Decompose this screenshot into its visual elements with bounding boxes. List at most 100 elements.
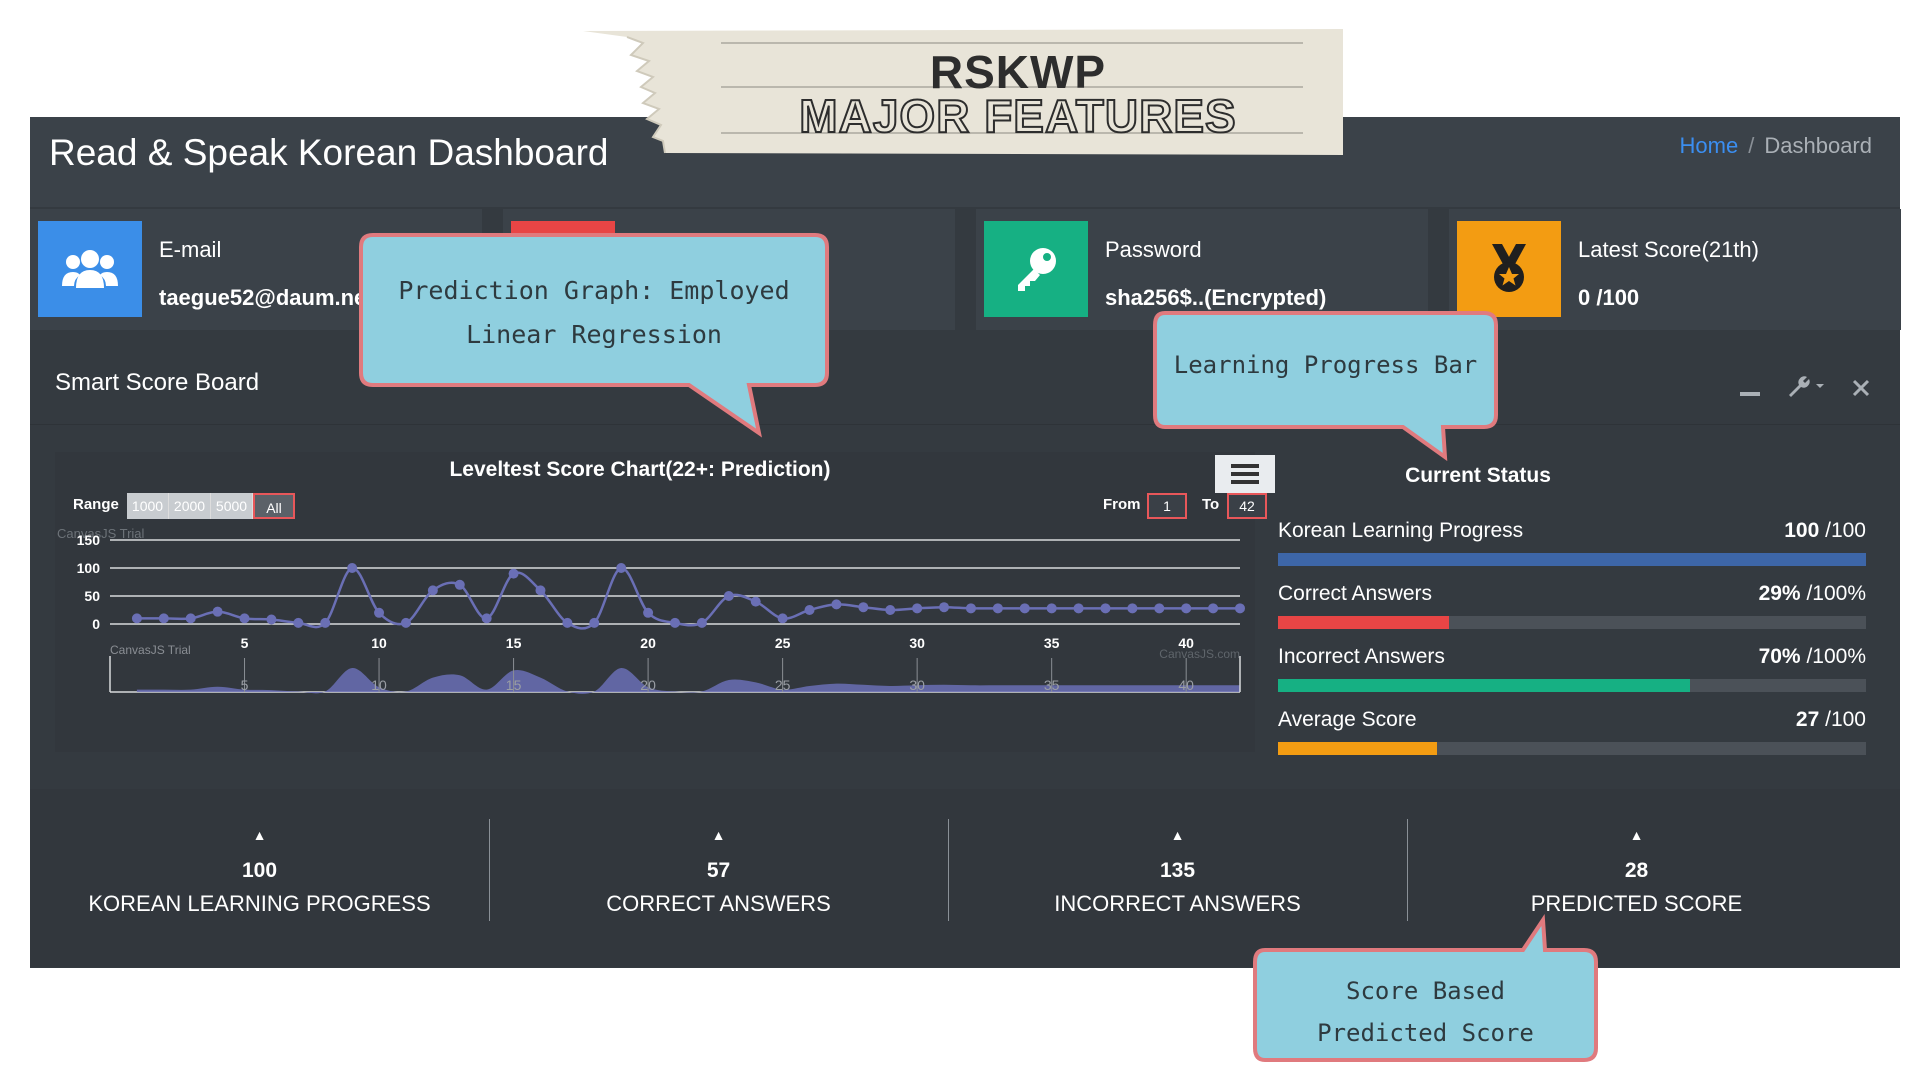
breadcrumb-separator: / bbox=[1748, 133, 1755, 158]
range-button-2000[interactable]: 2000 bbox=[169, 493, 211, 519]
data-point bbox=[1235, 603, 1245, 614]
data-point bbox=[535, 585, 546, 596]
data-point bbox=[374, 607, 385, 618]
navigator-tick-label: 30 bbox=[909, 677, 925, 693]
data-point bbox=[1019, 603, 1030, 614]
data-point bbox=[992, 603, 1003, 614]
x-tick-label: 5 bbox=[241, 635, 249, 651]
x-tick-label: 25 bbox=[775, 635, 791, 651]
stat-label: KOREAN LEARNING PROGRESS bbox=[88, 891, 431, 916]
info-value-password: sha256$..(Encrypted) bbox=[1105, 285, 1327, 310]
caret-up-icon: ▲ bbox=[711, 827, 726, 843]
progress-value: 27 /100 bbox=[1795, 708, 1866, 731]
progress-fill bbox=[1278, 742, 1437, 755]
data-point bbox=[562, 617, 573, 628]
navigator-tick-label: 5 bbox=[241, 677, 249, 693]
data-point bbox=[777, 613, 788, 624]
data-point bbox=[454, 579, 465, 590]
banner-subtitle: MAJOR FEATURES bbox=[798, 89, 1237, 143]
stat-number: 135 bbox=[1159, 859, 1196, 882]
data-point bbox=[131, 613, 142, 624]
data-point bbox=[212, 606, 223, 617]
close-icon[interactable] bbox=[1852, 376, 1870, 404]
navigator-tick-label: 10 bbox=[371, 677, 387, 693]
progress-label: Correct Answers bbox=[1278, 582, 1433, 605]
caret-up-icon: ▲ bbox=[1170, 827, 1185, 843]
data-point bbox=[723, 591, 734, 601]
data-point bbox=[481, 613, 492, 624]
data-point bbox=[185, 613, 196, 624]
data-point bbox=[643, 607, 654, 618]
progress-value: 100 /100 bbox=[1784, 519, 1866, 542]
progress-track bbox=[1278, 742, 1866, 755]
range-button-all[interactable]: All bbox=[253, 493, 295, 519]
data-point bbox=[508, 568, 519, 579]
callout-text: Learning Progress Bar bbox=[1173, 351, 1478, 379]
wrench-icon[interactable] bbox=[1786, 374, 1826, 405]
data-point bbox=[1154, 603, 1165, 614]
info-label-email: E-mail bbox=[159, 237, 222, 262]
data-point bbox=[1046, 603, 1057, 614]
data-point bbox=[939, 602, 950, 613]
data-point bbox=[670, 617, 680, 628]
to-label: To bbox=[1202, 496, 1220, 513]
range-button-1000[interactable]: 1000 bbox=[127, 493, 169, 519]
stat-correct-answers: ▲ 57 CORRECT ANSWERS bbox=[489, 789, 948, 967]
x-tick-label: 10 bbox=[371, 635, 387, 651]
callout-text: Prediction Graph: Employed bbox=[398, 276, 790, 305]
progress-track bbox=[1278, 616, 1866, 629]
data-point bbox=[400, 617, 411, 628]
stat-korean-learning-progress: ▲ 100 KOREAN LEARNING PROGRESS bbox=[30, 789, 489, 967]
card-title: Smart Score Board bbox=[55, 369, 260, 396]
navigator-watermark: CanvasJS Trial bbox=[110, 643, 191, 657]
info-box-latest-score: Latest Score(21th) 0 /100 bbox=[1449, 209, 1901, 330]
data-point bbox=[589, 617, 600, 628]
data-point bbox=[1127, 603, 1138, 614]
data-point bbox=[858, 602, 869, 613]
navigator-tick-label: 15 bbox=[506, 677, 522, 693]
info-label-latest-score: Latest Score(21th) bbox=[1578, 237, 1759, 262]
range-button-5000[interactable]: 5000 bbox=[211, 493, 253, 519]
key-icon bbox=[984, 221, 1088, 317]
data-point bbox=[804, 605, 815, 615]
dashboard: Read & Speak Korean Dashboard Home / Dashb… bbox=[30, 117, 1901, 968]
data-point bbox=[158, 613, 169, 624]
stats-footer: ▲ 100 KOREAN LEARNING PROGRESS ▲ 57 CORR… bbox=[30, 789, 1900, 967]
caret-up-icon: ▲ bbox=[1629, 827, 1644, 843]
to-input[interactable]: 42 bbox=[1227, 493, 1267, 519]
progress-label: Incorrect Answers bbox=[1278, 645, 1445, 668]
data-point bbox=[616, 563, 627, 573]
range-buttons: 1000 2000 5000 All bbox=[127, 493, 295, 519]
breadcrumb-current: Dashboard bbox=[1764, 133, 1872, 158]
chart-canvas[interactable]: CanvasJS Trial 0 50 100 150 5 10 15 20 25 30 35 40 Ca… bbox=[55, 522, 1255, 752]
users-icon bbox=[38, 221, 142, 317]
data-point bbox=[1208, 603, 1219, 614]
info-label-password: Password bbox=[1105, 237, 1202, 262]
score-chart: Leveltest Score Chart(22+: Prediction) R… bbox=[55, 452, 1275, 752]
data-point bbox=[266, 614, 277, 625]
callout-progress-bar: Learning Progress Bar bbox=[1153, 311, 1498, 461]
minimize-icon[interactable] bbox=[1740, 376, 1760, 404]
navigator-tick-label: 20 bbox=[640, 677, 656, 693]
medal-icon bbox=[1457, 221, 1561, 317]
data-point bbox=[912, 603, 923, 614]
data-point bbox=[320, 617, 331, 628]
stat-number: 57 bbox=[706, 859, 731, 882]
chart-title: Leveltest Score Chart(22+: Prediction) bbox=[449, 458, 831, 481]
navigator-area bbox=[136, 667, 1240, 694]
data-point bbox=[427, 585, 438, 596]
info-value-latest-score: 0 /100 bbox=[1578, 285, 1640, 310]
y-tick-label: 100 bbox=[77, 560, 101, 576]
card-divider bbox=[30, 424, 1900, 425]
y-tick-label: 50 bbox=[84, 588, 100, 604]
info-value-email: taegue52@daum.ne bbox=[159, 285, 367, 310]
chart-watermark: CanvasJS Trial bbox=[57, 526, 145, 541]
callout-text: Score Based bbox=[1346, 977, 1505, 1005]
data-point bbox=[293, 617, 304, 628]
from-input[interactable]: 1 bbox=[1147, 493, 1187, 519]
breadcrumb-home-link[interactable]: Home bbox=[1680, 133, 1739, 158]
navigator-tick-label: 25 bbox=[775, 677, 791, 693]
progress-value: 70% /100% bbox=[1758, 645, 1866, 668]
callout-text: Linear Regression bbox=[466, 320, 722, 349]
stat-label: CORRECT ANSWERS bbox=[606, 891, 831, 916]
